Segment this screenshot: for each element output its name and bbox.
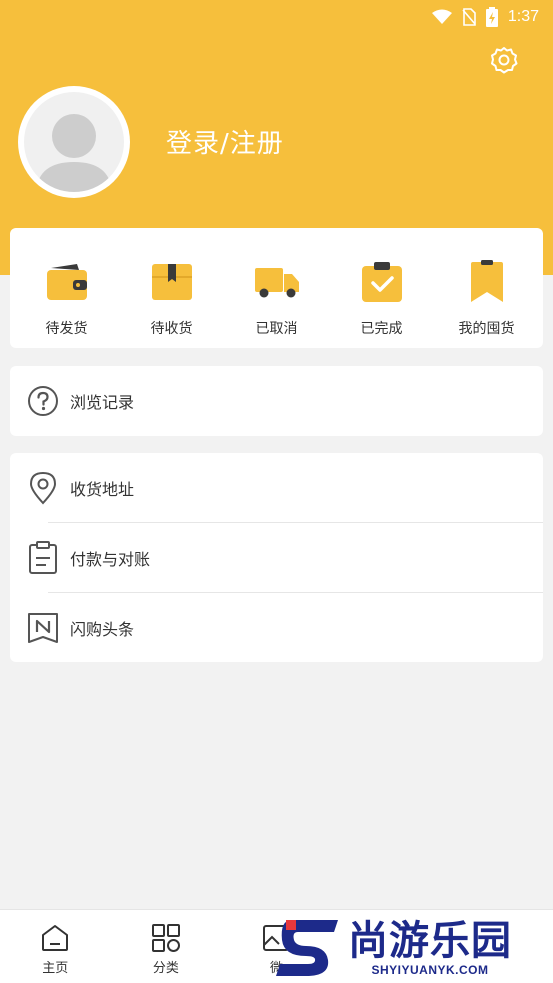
order-status-card: 待发货 待收货 已取消 已完成 我的囤货	[10, 228, 543, 348]
watermark-chinese-text: 尚游乐园	[348, 917, 512, 964]
truck-icon	[254, 268, 299, 298]
order-label: 待收货	[150, 321, 193, 337]
home-icon	[42, 925, 69, 951]
order-cancelled[interactable]: 已取消	[229, 228, 325, 348]
watermark-s-logo	[276, 919, 338, 976]
clipboard-check-icon	[361, 262, 402, 302]
order-pending-receipt[interactable]: 待收货	[124, 228, 220, 348]
order-pending-shipment[interactable]: 待发货	[19, 228, 115, 348]
order-label: 待发货	[45, 321, 88, 337]
settings-menu-card: 收货地址 付款与对账 闪购头条	[10, 453, 543, 662]
tab-label: 主页	[42, 961, 69, 976]
box-icon	[151, 264, 192, 300]
wallet-icon	[46, 264, 87, 300]
bookmark-icon	[470, 260, 503, 302]
row-label: 收货地址	[70, 480, 135, 499]
shipping-address-row[interactable]: 收货地址	[10, 453, 543, 523]
avatar-placeholder	[24, 92, 124, 192]
grid-icon	[151, 924, 180, 952]
row-label: 付款与对账	[70, 550, 151, 569]
order-completed[interactable]: 已完成	[334, 228, 430, 348]
status-bar: 1:37	[0, 0, 553, 34]
payment-reconciliation-row[interactable]: 付款与对账	[10, 523, 543, 593]
user-silhouette-icon	[36, 114, 112, 192]
watermark-overlay: 尚游乐园 SHYIYUANYK.COM	[272, 912, 553, 983]
clipboard-list-icon	[29, 541, 57, 574]
tab-label: 分类	[152, 961, 179, 976]
no-sim-icon	[462, 8, 476, 26]
order-label: 已取消	[255, 321, 298, 337]
question-circle-icon	[28, 386, 58, 416]
order-label: 已完成	[360, 321, 403, 337]
status-time: 1:37	[507, 8, 539, 25]
gear-icon[interactable]	[488, 44, 520, 76]
tab-home[interactable]: 主页	[0, 910, 111, 983]
flash-news-row[interactable]: 闪购头条	[10, 593, 543, 663]
battery-charging-icon	[485, 7, 498, 27]
row-label: 闪购头条	[70, 620, 135, 639]
location-pin-icon	[29, 471, 57, 505]
news-n-icon	[28, 613, 58, 643]
watermark-domain-text: SHYIYUANYK.COM	[371, 962, 489, 977]
order-label: 我的囤货	[458, 321, 515, 337]
browse-history-row[interactable]: 浏览记录	[10, 366, 543, 436]
history-card: 浏览记录	[10, 366, 543, 436]
tab-category[interactable]: 分类	[111, 910, 222, 983]
order-my-stock[interactable]: 我的囤货	[439, 228, 535, 348]
login-register-link[interactable]: 登录/注册	[166, 123, 284, 160]
row-label: 浏览记录	[70, 393, 135, 412]
wifi-icon	[431, 9, 452, 24]
avatar[interactable]	[18, 86, 130, 198]
